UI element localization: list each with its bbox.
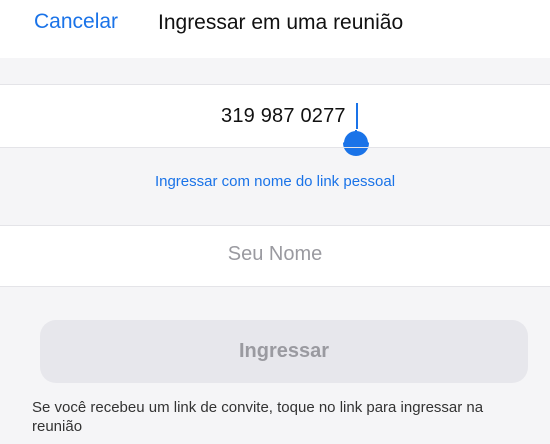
- name-row: [0, 226, 550, 286]
- invite-hint-text: Se você recebeu um link de convite, toqu…: [32, 399, 484, 435]
- header-bar: Cancelar Ingressar em uma reunião: [0, 0, 550, 58]
- name-input[interactable]: [0, 243, 550, 266]
- join-button[interactable]: Ingressar: [40, 320, 528, 383]
- personal-link-name-link[interactable]: Ingressar com nome do link pessoal: [0, 173, 550, 190]
- divider: [0, 147, 550, 148]
- page-title: Ingressar em uma reunião: [158, 11, 404, 34]
- text-selection-handle-icon[interactable]: [343, 130, 369, 156]
- meeting-id-row: [0, 85, 550, 147]
- text-cursor: [356, 103, 358, 129]
- meeting-id-input[interactable]: [221, 105, 361, 128]
- cancel-button[interactable]: Cancelar: [34, 10, 118, 34]
- section-spacer: [0, 58, 550, 84]
- divider: [0, 286, 550, 287]
